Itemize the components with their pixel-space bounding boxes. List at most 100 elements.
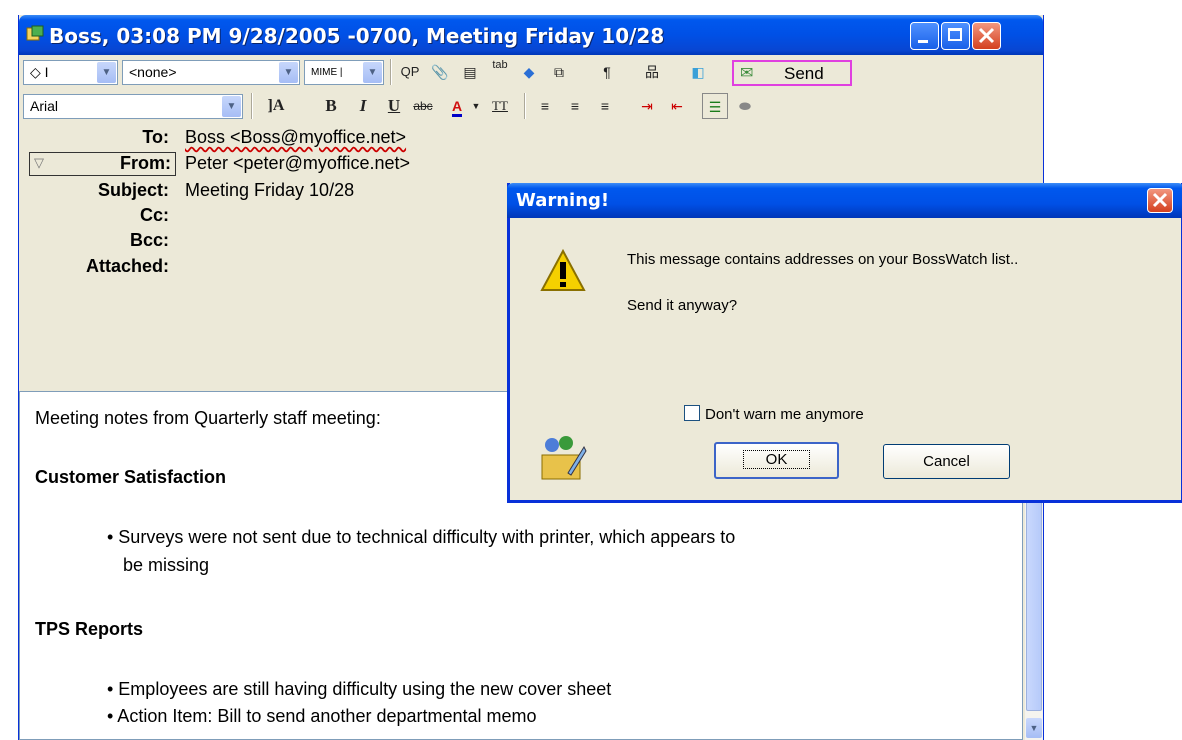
- scroll-down-button[interactable]: ▼: [1026, 718, 1042, 738]
- subject-field[interactable]: Meeting Friday 10/28: [185, 180, 354, 201]
- section-heading: Customer Satisfaction: [35, 467, 227, 487]
- cc-label: Cc:: [19, 205, 169, 226]
- align-right-button[interactable]: ≡: [592, 93, 618, 119]
- warning-dialog: Warning! This message contains addresses…: [507, 183, 1182, 503]
- dialog-message: This message contains addresses on your …: [627, 251, 1019, 268]
- dialog-title-bar[interactable]: Warning!: [507, 183, 1182, 218]
- cube-icon: ◧: [691, 64, 705, 80]
- to-label: To:: [19, 127, 169, 148]
- app-icon: [26, 25, 44, 43]
- attached-field[interactable]: [185, 256, 485, 278]
- return-receipt-button[interactable]: 品: [639, 59, 665, 85]
- signature-toggle-button[interactable]: ◆: [516, 59, 542, 85]
- tab-label: tab: [492, 59, 508, 71]
- attached-label-text: Attached:: [85, 256, 169, 276]
- text-as-document-button[interactable]: ▤: [457, 59, 483, 85]
- align-right-icon: ≡: [600, 98, 610, 114]
- bcc-field[interactable]: [185, 230, 485, 252]
- attach-document-button[interactable]: 📎: [427, 59, 453, 85]
- bullets-button[interactable]: ☰: [702, 93, 728, 119]
- stationery-select[interactable]: <none> ▼: [122, 60, 300, 85]
- underline-button[interactable]: U: [381, 93, 407, 119]
- send-label: Send: [784, 64, 824, 83]
- ok-label: OK: [742, 450, 811, 469]
- toolbar-divider: [524, 93, 526, 119]
- cc-field[interactable]: [185, 205, 485, 227]
- font-size-button[interactable]: ]A: [263, 93, 289, 119]
- window-title: Boss, 03:08 PM 9/28/2005 -0700, Meeting …: [49, 24, 665, 48]
- bullet-item: • Surveys were not sent due to technical…: [107, 527, 736, 547]
- signature-select[interactable]: ◇ I ▼: [23, 60, 118, 85]
- chevron-down-icon: ▼: [363, 62, 382, 83]
- mime-select[interactable]: MIME | ▼: [304, 60, 384, 85]
- text-color-button[interactable]: A: [444, 93, 470, 119]
- font-select[interactable]: Arial ▼: [23, 94, 243, 119]
- italic-label: I: [359, 96, 367, 115]
- to-value: Boss <Boss@myoffice.net>: [185, 127, 407, 147]
- size-label: ]A: [267, 97, 285, 114]
- chevron-down-icon: ▼: [97, 62, 116, 83]
- dont-warn-checkbox[interactable]: [684, 405, 700, 421]
- send-icon: ✉: [740, 65, 754, 82]
- eraser-icon: ◆: [523, 64, 535, 80]
- bullet-list-icon: ☰: [708, 99, 722, 115]
- dialog-close-button[interactable]: [1147, 188, 1173, 213]
- bold-button[interactable]: B: [318, 93, 344, 119]
- color-dropdown-button[interactable]: ▼: [469, 93, 483, 119]
- align-left-button[interactable]: ≡: [532, 93, 558, 119]
- cc-label-text: Cc:: [139, 205, 169, 225]
- bullet-item: • Employees are still having difficulty …: [107, 679, 612, 699]
- format-toolbar: Arial ▼ ]A B I U abc A ▼ TT ≡ ≡ ≡ ⇥ ⇤ ☰ …: [19, 89, 1043, 124]
- underline-label: U: [387, 96, 401, 115]
- copy-icon: ⧉: [554, 64, 564, 80]
- mime-value: MIME |: [311, 67, 343, 78]
- attached-label: Attached:: [19, 256, 169, 277]
- paragraph-button[interactable]: ¶: [594, 59, 620, 85]
- to-field[interactable]: Boss <Boss@myoffice.net>: [185, 127, 406, 148]
- outdent-button[interactable]: ⇤: [664, 93, 690, 119]
- close-button[interactable]: [972, 22, 1001, 50]
- color-palette-icon: A: [451, 98, 463, 117]
- align-center-button[interactable]: ≡: [562, 93, 588, 119]
- minimize-button[interactable]: [910, 22, 939, 50]
- compose-title-bar[interactable]: Boss, 03:08 PM 9/28/2005 -0700, Meeting …: [19, 15, 1043, 55]
- send-button[interactable]: ✉ Send: [732, 60, 852, 86]
- network-icon: 品: [645, 64, 659, 80]
- italic-button[interactable]: I: [350, 93, 376, 119]
- strikethrough-button[interactable]: abc: [410, 93, 436, 119]
- warning-icon: [540, 248, 586, 298]
- fixed-width-button[interactable]: TT: [487, 93, 513, 119]
- dialog-title: Warning!: [516, 190, 610, 211]
- cancel-button[interactable]: Cancel: [883, 444, 1010, 479]
- indent-icon: ⇥: [641, 98, 653, 114]
- strike-label: abc: [413, 99, 433, 113]
- dont-warn-label[interactable]: Don't warn me anymore: [705, 406, 864, 423]
- from-field[interactable]: Peter <peter@myoffice.net>: [185, 153, 410, 174]
- ok-button[interactable]: OK: [714, 442, 839, 479]
- from-value: Peter <peter@myoffice.net>: [185, 153, 411, 173]
- queue-button[interactable]: ◧: [685, 59, 711, 85]
- bcc-label-text: Bcc:: [129, 230, 169, 250]
- bullet-item-continuation: be missing: [123, 555, 210, 575]
- link-icon: ⬬: [739, 98, 751, 114]
- chevron-down-icon: ▼: [279, 62, 298, 83]
- maximize-button[interactable]: [941, 22, 970, 50]
- from-label-box[interactable]: ▽ From:: [29, 152, 176, 176]
- bullet-item: • Action Item: Bill to send another depa…: [107, 706, 537, 726]
- outdent-icon: ⇤: [671, 98, 683, 114]
- keep-copy-button[interactable]: ⧉: [546, 59, 572, 85]
- message-toolbar: ◇ I ▼ <none> ▼ MIME | ▼ QP 📎 ▤ tab ◆ ⧉ ¶: [19, 55, 1043, 90]
- word-wrap-button[interactable]: tab: [487, 59, 513, 85]
- link-button[interactable]: ⬬: [732, 93, 758, 119]
- indent-button[interactable]: ⇥: [634, 93, 660, 119]
- cancel-label: Cancel: [923, 453, 970, 470]
- toolbar-divider: [251, 93, 253, 119]
- to-label-text: To:: [142, 127, 169, 147]
- qp-button[interactable]: QP: [397, 59, 423, 85]
- chevron-down-icon: ▼: [222, 96, 241, 117]
- stationery-value: <none>: [129, 64, 177, 80]
- align-center-icon: ≡: [570, 98, 580, 114]
- document-icon: ▤: [463, 64, 477, 80]
- dialog-question: Send it anyway?: [627, 297, 738, 314]
- bcc-label: Bcc:: [19, 230, 169, 251]
